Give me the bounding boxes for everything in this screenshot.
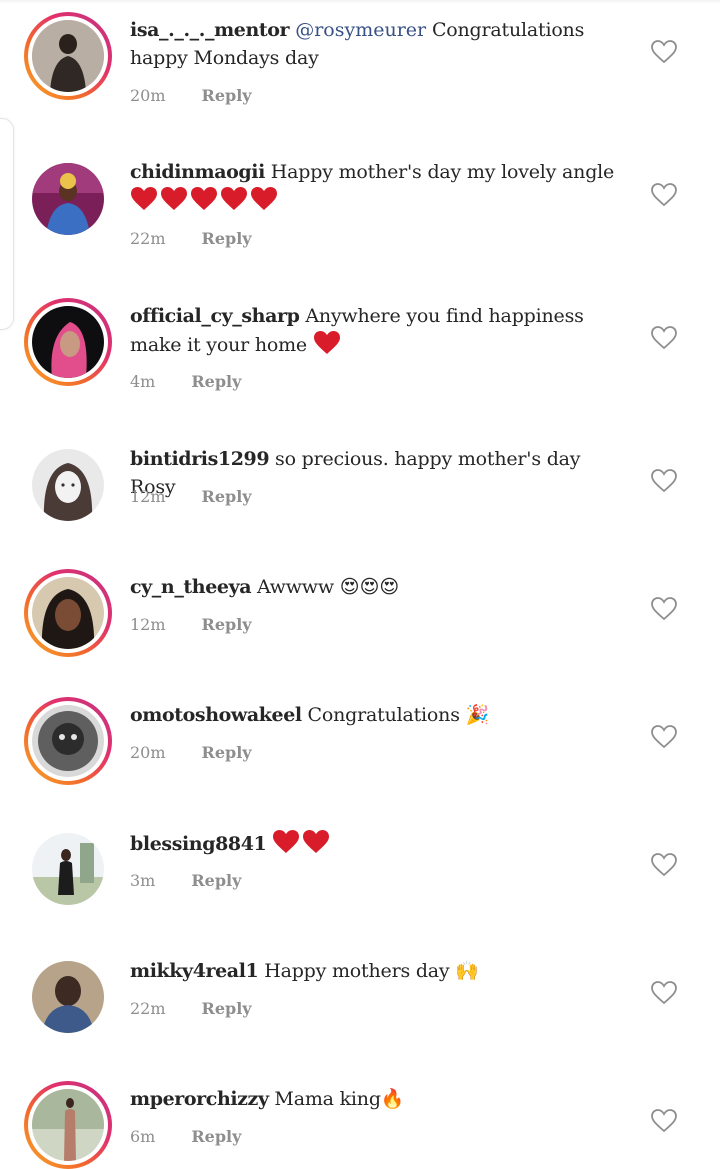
comment-text: isa_._._._mentor @rosymeurer Congratulat… (130, 16, 620, 72)
comment-text: cy_n_theeya Awwww 😍😍😍 (130, 573, 620, 601)
comment-body: Happy mothers day (258, 960, 456, 982)
like-heart-icon[interactable] (650, 980, 678, 1006)
comment-username[interactable]: bintidris1299 (130, 448, 270, 470)
comment-time: 12m (130, 615, 166, 634)
comment-time: 12m (130, 487, 166, 506)
red-heart-emoji (313, 331, 340, 354)
avatar[interactable] (32, 20, 104, 92)
comment-meta: 6m Reply (130, 1125, 241, 1149)
like-heart-icon[interactable] (650, 182, 678, 208)
avatar[interactable] (32, 306, 104, 378)
emoji: 🎉 (465, 704, 490, 726)
comment-time: 22m (130, 229, 166, 248)
comment-text: chidinmaogii Happy mother's day my lovel… (130, 158, 620, 215)
comment-time: 3m (130, 871, 156, 890)
avatar-story-ring[interactable] (24, 569, 112, 657)
avatar[interactable] (32, 961, 104, 1033)
comment-meta: 12m Reply (130, 613, 252, 637)
emoji: 😍😍😍 (339, 576, 400, 598)
like-heart-icon[interactable] (650, 325, 678, 351)
reply-button[interactable]: Reply (202, 485, 252, 509)
like-heart-icon[interactable] (650, 852, 678, 878)
avatar-story-ring[interactable] (24, 697, 112, 785)
avatar[interactable] (32, 577, 104, 649)
comment-time: 4m (130, 372, 156, 391)
comment-username[interactable]: blessing8841 (130, 833, 267, 855)
comment-time: 6m (130, 1127, 156, 1146)
reply-button[interactable]: Reply (202, 741, 252, 765)
top-divider (0, 0, 720, 4)
reply-button[interactable]: Reply (191, 1125, 241, 1149)
comment-meta: 4m Reply (130, 370, 241, 394)
comment-meta: 20m Reply (130, 741, 252, 765)
like-heart-icon[interactable] (650, 596, 678, 622)
comment-body: Congratulations (301, 704, 466, 726)
heart-emojis (313, 331, 343, 356)
side-drawer-handle[interactable] (0, 118, 14, 330)
comment-meta: 22m Reply (130, 227, 252, 251)
avatar[interactable] (32, 705, 104, 777)
comment-time: 20m (130, 743, 166, 762)
avatar-frame[interactable] (24, 953, 112, 1041)
comment-text: official_cy_sharp Anywhere you find happ… (130, 302, 620, 359)
comment-text: mperorchizzy Mama king🔥 (130, 1085, 620, 1113)
comment-username[interactable]: isa_._._._mentor (130, 19, 290, 41)
emoji: 🔥 (380, 1088, 405, 1110)
comment-text: blessing8841 (130, 829, 620, 858)
heart-emojis (272, 830, 332, 855)
comment-username[interactable]: official_cy_sharp (130, 305, 300, 327)
red-heart-emoji (131, 187, 157, 210)
red-heart-emoji (191, 187, 217, 210)
heart-emojis (130, 187, 280, 212)
reply-button[interactable]: Reply (191, 869, 241, 893)
like-heart-icon[interactable] (650, 468, 678, 494)
comment-body: Mama king (268, 1088, 381, 1110)
red-heart-emoji (273, 830, 300, 853)
red-heart-emoji (161, 187, 187, 210)
red-heart-emoji (221, 187, 247, 210)
reply-button[interactable]: Reply (202, 997, 252, 1021)
comment-meta: 22m Reply (130, 997, 252, 1021)
avatar[interactable] (32, 449, 104, 521)
avatar[interactable] (32, 1089, 104, 1161)
reply-button[interactable]: Reply (202, 613, 252, 637)
red-heart-emoji (251, 187, 277, 210)
comment-body: Happy mother's day my lovely angle (264, 161, 615, 183)
like-heart-icon[interactable] (650, 39, 678, 65)
reply-button[interactable]: Reply (191, 370, 241, 394)
comment-username[interactable]: chidinmaogii (130, 161, 265, 183)
comment-username[interactable]: cy_n_theeya (130, 576, 252, 598)
comment-username[interactable]: omotoshowakeel (130, 704, 302, 726)
avatar-frame[interactable] (24, 825, 112, 913)
comment-meta: 20m Reply (130, 84, 252, 108)
comment-username[interactable]: mperorchizzy (130, 1088, 269, 1110)
like-heart-icon[interactable] (650, 724, 678, 750)
avatar[interactable] (32, 833, 104, 905)
comment-username[interactable]: mikky4real1 (130, 960, 259, 982)
mention-link[interactable]: @rosymeurer (295, 19, 426, 41)
red-heart-emoji (303, 830, 330, 853)
comment-text: omotoshowakeel Congratulations 🎉 (130, 701, 620, 729)
comment-time: 22m (130, 999, 166, 1018)
avatar-frame[interactable] (24, 441, 112, 529)
reply-button[interactable]: Reply (202, 84, 252, 108)
emoji: 🙌 (455, 960, 479, 982)
comment-text: mikky4real1 Happy mothers day 🙌 (130, 957, 620, 985)
reply-button[interactable]: Reply (202, 227, 252, 251)
avatar-frame[interactable] (24, 155, 112, 243)
comment-meta: 12m Reply (130, 485, 252, 509)
avatar-story-ring[interactable] (24, 12, 112, 100)
like-heart-icon[interactable] (650, 1108, 678, 1134)
avatar-story-ring[interactable] (24, 298, 112, 386)
avatar-story-ring[interactable] (24, 1081, 112, 1169)
comment-meta: 3m Reply (130, 869, 241, 893)
comment-time: 20m (130, 86, 166, 105)
avatar[interactable] (32, 163, 104, 235)
comment-body: Awwww (251, 576, 340, 598)
